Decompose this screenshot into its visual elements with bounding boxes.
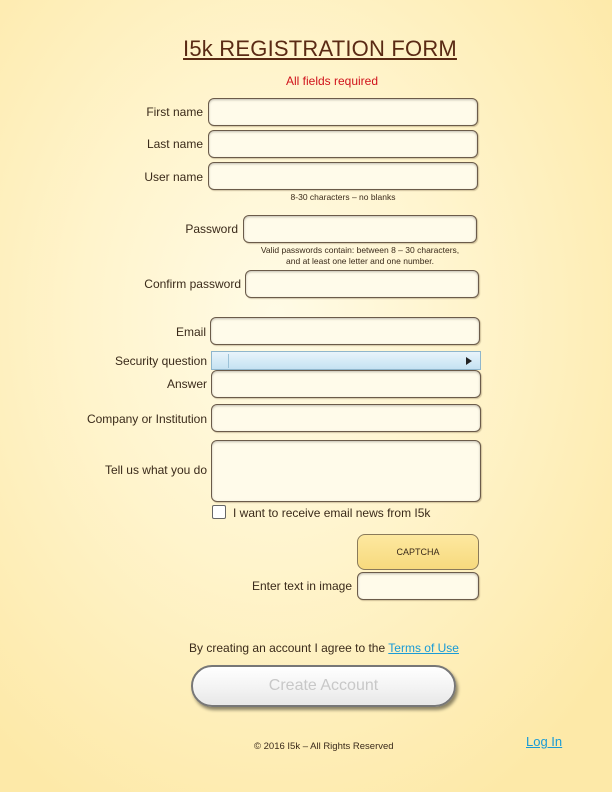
- copyright-text: © 2016 I5k – All Rights Reserved: [254, 741, 394, 752]
- last-name-label: Last name: [146, 137, 203, 151]
- password-input[interactable]: [243, 215, 477, 243]
- security-question-select[interactable]: [211, 351, 481, 370]
- create-account-button[interactable]: Create Account: [191, 665, 456, 707]
- email-input[interactable]: [210, 317, 480, 345]
- select-grip: [228, 354, 229, 368]
- user-name-input[interactable]: [208, 162, 478, 190]
- password-label: Password: [185, 222, 238, 236]
- first-name-input[interactable]: [208, 98, 478, 126]
- captcha-label: Enter text in image: [251, 579, 352, 593]
- agreement-prefix: By creating an account I agree to the: [189, 641, 386, 655]
- last-name-input[interactable]: [208, 130, 478, 158]
- company-label: Company or Institution: [86, 412, 207, 426]
- confirm-password-label: Confirm password: [144, 277, 241, 291]
- answer-input[interactable]: [211, 370, 481, 398]
- email-label: Email: [175, 325, 206, 339]
- user-name-hint: 8-30 characters – no blanks: [290, 192, 396, 202]
- user-name-label: User name: [144, 170, 203, 184]
- tell-us-textarea[interactable]: [211, 440, 481, 502]
- company-input[interactable]: [211, 404, 481, 432]
- captcha-input[interactable]: [357, 572, 479, 600]
- newsletter-label: I want to receive email news from I5k: [233, 506, 431, 520]
- first-name-label: First name: [146, 105, 203, 119]
- newsletter-checkbox[interactable]: [212, 505, 226, 519]
- required-note: All fields required: [285, 74, 379, 88]
- password-hint-line-2: and at least one letter and one number.: [286, 256, 434, 266]
- confirm-password-input[interactable]: [245, 270, 479, 298]
- page-title: I5k REGISTRATION FORM: [183, 36, 457, 61]
- tell-us-label: Tell us what you do: [104, 463, 207, 477]
- captcha-image: CAPTCHA: [357, 534, 479, 570]
- password-hint: Valid passwords contain: between 8 – 30 …: [230, 245, 490, 267]
- security-question-label: Security question: [114, 354, 207, 368]
- log-in-link[interactable]: Log In: [526, 734, 562, 749]
- agreement-text: By creating an account I agree to the Te…: [0, 641, 612, 655]
- terms-of-use-link[interactable]: Terms of Use: [388, 641, 459, 655]
- answer-label: Answer: [166, 377, 207, 391]
- triangle-right-icon: [466, 357, 472, 365]
- password-hint-line-1: Valid passwords contain: between 8 – 30 …: [260, 245, 460, 255]
